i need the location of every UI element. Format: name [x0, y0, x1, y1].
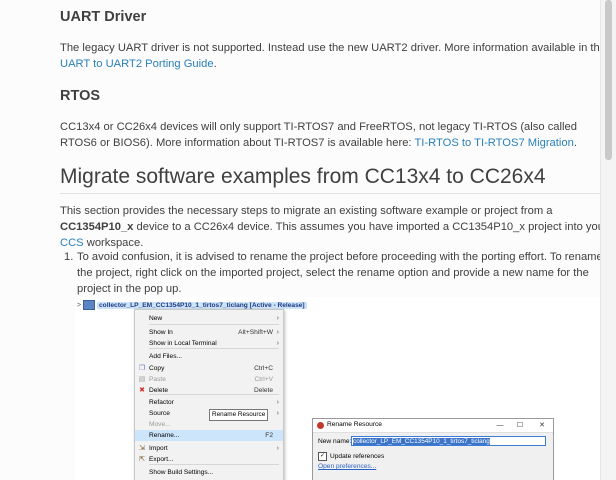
menu-item-rename[interactable]: Rename... F2: [135, 430, 283, 441]
close-icon[interactable]: ✕: [535, 420, 549, 431]
context-menu: New › Show In Alt+Shift+W › Show in Local Ter…: [134, 309, 284, 480]
menu-item-label: Paste: [149, 376, 166, 383]
minimize-icon[interactable]: —: [493, 420, 507, 431]
menu-item-label: Move...: [149, 421, 171, 428]
paste-icon: ▤: [138, 375, 146, 383]
heading-divider: [60, 193, 605, 194]
migrate-intro-paragraph: This section provides the necessary step…: [60, 203, 608, 251]
delete-icon: ✖: [139, 386, 145, 394]
new-name-value: collector_LP_EM_CC1354P10_1_tirtos7_ticl…: [353, 438, 490, 445]
ccs-link[interactable]: CCS: [60, 237, 84, 249]
project-folder-icon: [83, 300, 95, 310]
rtos-heading: RTOS: [60, 88, 101, 104]
menu-item-import[interactable]: ⇲ Import ›: [135, 443, 283, 454]
menu-item-label: Show in Local Terminal: [149, 340, 217, 347]
menu-item-export[interactable]: ⇱ Export...: [135, 454, 283, 465]
menu-item-show-in-local-terminal[interactable]: Show in Local Terminal ›: [135, 338, 283, 349]
menu-item-label: Add Files...: [149, 353, 182, 360]
update-references-label: Update references: [330, 453, 385, 460]
menu-item-copy[interactable]: ❐ Copy Ctrl+C: [135, 363, 283, 374]
menu-item-show-build-settings[interactable]: Show Build Settings...: [135, 467, 283, 478]
menu-separator: [149, 324, 279, 325]
rtos-text-end: .: [573, 137, 577, 149]
rename-resource-dialog: Rename Resource — ☐ ✕ New name: collecto…: [312, 418, 554, 480]
menu-item-refactor[interactable]: Refactor ›: [135, 397, 283, 408]
menu-item-shortcut: Ctrl+V: [254, 376, 273, 383]
menu-item-label: Export...: [149, 456, 174, 463]
maximize-icon[interactable]: ☐: [513, 420, 527, 431]
step-number: 1.: [64, 251, 74, 263]
expand-arrow-icon: >: [76, 301, 82, 309]
intro-device-name: CC1354P10_x: [60, 221, 134, 233]
menu-item-label: Refactor: [149, 399, 174, 406]
step-text: To avoid confusion, it is advised to ren…: [77, 251, 603, 295]
intro-text: This section provides the necessary step…: [60, 205, 553, 217]
checkbox-checked-icon: ✓: [318, 452, 327, 461]
menu-item-shortcut: F2: [265, 432, 273, 439]
ti-rtos7-migration-link[interactable]: TI-RTOS to TI-RTOS7 Migration: [414, 137, 573, 149]
submenu-arrow-icon: ›: [276, 340, 279, 347]
rtos-paragraph: CC13x4 or CC26x4 devices will only suppo…: [60, 119, 608, 151]
dialog-title: Rename Resource: [327, 421, 382, 428]
menu-item-add-files[interactable]: Add Files...: [135, 351, 283, 362]
import-icon: ⇲: [139, 444, 145, 452]
menu-item-shortcut: Alt+Shift+W: [238, 329, 273, 336]
open-preferences-link[interactable]: Open preferences...: [318, 463, 376, 470]
update-references-checkbox[interactable]: ✓ Update references: [318, 452, 384, 461]
new-name-input[interactable]: collector_LP_EM_CC1354P10_1_tirtos7_ticl…: [351, 436, 546, 446]
menu-item-label: Import: [149, 445, 168, 452]
menu-item-delete[interactable]: ✖ Delete Delete: [135, 385, 283, 396]
menu-item-label: Copy: [149, 365, 165, 372]
menu-item-label: Rename...: [149, 432, 180, 439]
submenu-arrow-icon: ›: [276, 445, 279, 452]
menu-item-show-in[interactable]: Show In Alt+Shift+W ›: [135, 327, 283, 338]
uart-text: The legacy UART driver is not supported.…: [60, 42, 606, 54]
documentation-page: UART Driver The legacy UART driver is no…: [0, 0, 608, 480]
submenu-arrow-icon: ›: [276, 329, 279, 336]
migrate-heading: Migrate software examples from CC13x4 to…: [60, 165, 546, 188]
menu-item-shortcut: Delete: [253, 387, 273, 394]
project-label: collector_LP_EM_CC1354P10_1_tirtos7_ticl…: [97, 301, 307, 309]
ccs-app-icon: [317, 422, 324, 429]
submenu-arrow-icon: ›: [276, 315, 279, 322]
menu-item-label: Show In: [149, 329, 173, 336]
menu-item-label: Delete: [149, 387, 169, 394]
rename-tooltip: Rename Resource: [209, 409, 269, 421]
page-scrollbar-thumb[interactable]: [605, 0, 612, 160]
export-icon: ⇱: [139, 455, 145, 463]
uart-to-uart2-porting-guide-link[interactable]: UART to UART2 Porting Guide: [60, 58, 214, 70]
copy-icon: ❐: [138, 364, 146, 372]
new-name-label: New name:: [318, 438, 352, 445]
uart-text-end: .: [213, 58, 217, 70]
uart-driver-paragraph: The legacy UART driver is not supported.…: [60, 40, 608, 72]
uart-driver-heading: UART Driver: [60, 9, 147, 25]
menu-item-label: New: [149, 315, 163, 322]
submenu-arrow-icon: ›: [276, 399, 279, 406]
menu-item-paste[interactable]: ▤ Paste Ctrl+V: [135, 374, 283, 385]
dialog-title-bar: Rename Resource — ☐ ✕: [313, 419, 553, 433]
menu-item-new[interactable]: New ›: [135, 313, 283, 324]
intro-text-2: device to a CC26x4 device. This assumes …: [133, 221, 608, 233]
menu-item-shortcut: Ctrl+C: [254, 365, 273, 372]
submenu-arrow-icon: ›: [276, 410, 279, 417]
menu-item-label: Show Build Settings...: [149, 469, 214, 476]
eclipse-rename-screenshot: > collector_LP_EM_CC1354P10_1_tirtos7_ti…: [75, 297, 605, 480]
menu-item-label: Source: [149, 410, 170, 417]
intro-text-3: workspace.: [83, 237, 144, 249]
